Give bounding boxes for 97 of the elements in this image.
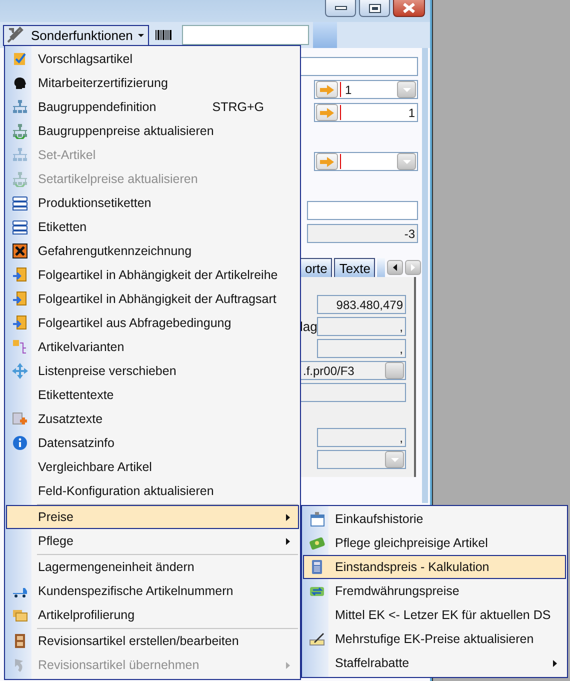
hierarchy-icon — [12, 99, 28, 115]
menu-item[interactable]: Vergleichbare Artikel — [6, 455, 299, 479]
text-field[interactable]: 983.480,479 — [317, 295, 406, 314]
menu-item[interactable]: Vorschlagsartikel — [6, 47, 299, 71]
document-arrow-icon — [12, 267, 28, 283]
arrow-icon — [320, 108, 334, 118]
menu-item[interactable]: Listenpreise verschieben — [6, 359, 299, 383]
hierarchy-refresh-icon — [12, 123, 28, 139]
combo-box[interactable] — [314, 152, 418, 171]
maximize-button[interactable] — [359, 0, 390, 17]
document-arrow-icon — [12, 315, 28, 331]
submenu-arrow-icon — [553, 660, 557, 666]
menu-item[interactable]: Lagermengeneinheit ändern — [6, 555, 299, 579]
maximize-icon — [368, 4, 380, 12]
submenu-arrow-icon — [286, 538, 290, 544]
minimize-button[interactable] — [325, 0, 356, 17]
left-arrow-icon — [393, 264, 398, 271]
cabinet-icon — [12, 633, 28, 649]
submenu-arrow-icon — [286, 662, 290, 668]
special-functions-menu-button[interactable]: Sonderfunktionen — [3, 24, 149, 46]
menu-item[interactable]: Mitarbeiterzertifizierung — [6, 71, 299, 95]
menu-item[interactable]: Folgeartikel in Abhängigkeit der Auftragsart — [6, 287, 299, 311]
hierarchy-refresh-icon — [12, 171, 28, 187]
menu-item[interactable]: Preise — [6, 505, 299, 529]
text-field[interactable]: 1 — [314, 103, 418, 122]
ribbon-tab[interactable] — [312, 22, 337, 48]
dropdown-button[interactable] — [397, 153, 416, 170]
text-field[interactable] — [300, 383, 406, 402]
menu-item[interactable]: Datensatzinfo — [6, 431, 299, 455]
menu-item[interactable]: Feld-Konfiguration aktualisieren — [6, 479, 299, 503]
menu-item[interactable]: Gefahrengutkennzeichnung — [6, 239, 299, 263]
field-label: lag — [300, 319, 318, 334]
scrollbar[interactable] — [422, 48, 428, 503]
menu-item[interactable]: Zusatztexte — [6, 407, 299, 431]
submenu-arrow-icon — [286, 514, 290, 520]
checklist-icon — [12, 51, 28, 67]
notes-plus-icon — [12, 411, 28, 427]
menu-item[interactable]: Produktionsetiketten — [6, 191, 299, 215]
menu-item[interactable]: Revisionsartikel erstellen/bearbeiten — [6, 629, 299, 653]
close-button[interactable] — [393, 0, 425, 17]
text-field[interactable]: , — [317, 339, 406, 358]
close-icon — [402, 3, 416, 13]
menu-item[interactable]: Einstandspreis - Kalkulation — [303, 555, 566, 579]
hierarchy-icon — [12, 147, 28, 163]
menu-item[interactable]: Mehrstufige EK-Preise aktualisieren — [303, 627, 566, 651]
head-icon — [12, 75, 28, 91]
pen-icon — [309, 631, 325, 647]
calendar-icon — [309, 511, 325, 527]
hazard-icon — [12, 243, 28, 259]
arrow-button[interactable] — [316, 153, 338, 170]
text-field[interactable]: , — [317, 317, 406, 336]
menu-item[interactable]: Einkaufshistorie — [303, 507, 566, 531]
right-arrow-icon — [411, 264, 416, 271]
dropdown-button[interactable] — [385, 451, 404, 468]
menu-item[interactable]: Folgeartikel aus Abfragebedingung — [6, 311, 299, 335]
combo-box[interactable]: 1 — [314, 80, 418, 99]
arrow-icon — [320, 156, 334, 166]
text-field[interactable]: , — [317, 428, 406, 447]
money-icon — [309, 535, 325, 551]
arrow-button[interactable] — [316, 104, 338, 121]
menu-item[interactable]: Baugruppenpreise aktualisieren — [6, 119, 299, 143]
menu-item[interactable]: Pflege — [6, 529, 299, 553]
folders-icon — [12, 607, 28, 623]
menu-item[interactable]: Mittel EK <- Letzer EK für aktuellen DS — [303, 603, 566, 627]
caret-icon — [138, 34, 144, 36]
menu-item[interactable]: Baugruppendefinition STRG+G — [6, 95, 299, 119]
toolbar-input-field[interactable] — [182, 25, 309, 45]
menu-item[interactable]: Etikettentexte — [6, 383, 299, 407]
text-field[interactable] — [307, 201, 418, 220]
tab[interactable]: orte — [300, 258, 332, 277]
menu-item[interactable]: Fremdwährungspreise — [303, 579, 566, 603]
calculator-icon — [309, 559, 325, 575]
combo-box[interactable] — [317, 450, 406, 469]
move-icon — [12, 363, 28, 379]
menu-item[interactable]: Kundenspezifische Artikelnummern — [6, 579, 299, 603]
tab[interactable]: Texte — [334, 258, 376, 277]
variants-icon — [12, 339, 28, 355]
info-icon — [12, 435, 28, 451]
menu-item[interactable]: Folgeartikel in Abhängigkeit der Artikelreihe — [6, 263, 299, 287]
menu-item[interactable]: Etiketten — [6, 215, 299, 239]
lookup-button[interactable] — [385, 362, 404, 379]
document-arrow-icon — [12, 291, 28, 307]
menu-item[interactable]: Staffelrabatte — [303, 651, 566, 675]
tools-icon — [6, 26, 24, 44]
scroll-left-button[interactable] — [387, 260, 404, 275]
label-icon — [12, 219, 28, 235]
barcode-icon[interactable] — [154, 30, 172, 40]
arrow-button[interactable] — [316, 81, 338, 98]
minimize-icon — [334, 6, 346, 10]
menu-item[interactable]: Artikelprofilierung — [6, 603, 299, 627]
label-icon — [12, 195, 28, 211]
dropdown-button[interactable] — [397, 81, 416, 98]
menu-item[interactable]: Pflege gleichpreisige Artikel — [303, 531, 566, 555]
text-field[interactable]: .f.pr00/F3 — [300, 361, 406, 380]
text-field[interactable]: -3 — [307, 224, 418, 243]
arrow-icon — [320, 84, 334, 94]
menu-item[interactable]: Artikelvarianten — [6, 335, 299, 359]
